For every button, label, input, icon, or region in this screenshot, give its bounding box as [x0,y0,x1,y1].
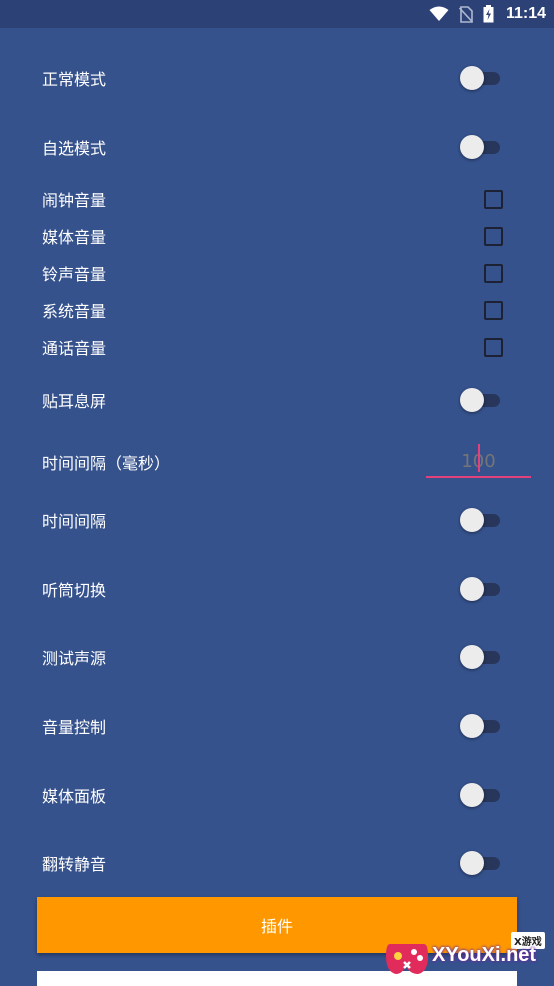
input-underline [426,476,531,478]
watermark: X游戏 XYouXi.net [380,928,550,980]
setting-row-volume-control: 音量控制 [0,708,554,744]
status-bar-clock: 11:14 [505,5,546,22]
setting-label: 测试声源 [42,649,107,668]
switch-thumb [460,577,484,601]
switch-thumb [460,714,484,738]
alarm-volume-checkbox[interactable] [484,189,503,209]
setting-label: 媒体音量 [42,228,107,247]
ringtone-volume-checkbox[interactable] [484,263,503,283]
watermark-text: XYouXi.net [432,944,537,966]
media-panel-switch[interactable] [460,782,502,808]
setting-label: 自选模式 [42,139,107,158]
normal-mode-switch[interactable] [460,65,502,91]
proximity-screen-off-switch[interactable] [460,387,502,413]
setting-row-media-panel: 媒体面板 [0,777,554,813]
setting-row-interval-ms: 时间间隔（毫秒） [0,444,554,480]
setting-row-ringtone-volume: 铃声音量 [0,258,554,288]
setting-row-normal-mode: 正常模式 [0,60,554,96]
flip-mute-switch[interactable] [460,850,502,876]
setting-label: 通话音量 [42,339,107,358]
switch-thumb [460,645,484,669]
switch-thumb [460,388,484,412]
wifi-icon [429,6,449,22]
setting-label: 正常模式 [42,70,107,89]
switch-thumb [460,783,484,807]
volume-control-switch[interactable] [460,713,502,739]
setting-row-custom-mode: 自选模式 [0,129,554,165]
setting-row-earpiece-switch: 听筒切换 [0,571,554,607]
custom-mode-switch[interactable] [460,134,502,160]
gamepad-logo-icon [384,934,430,982]
switch-thumb [460,135,484,159]
battery-charging-icon [483,5,494,23]
call-volume-checkbox[interactable] [484,337,503,357]
setting-row-flip-mute: 翻转静音 [0,845,554,881]
interval-ms-field [426,444,531,480]
system-volume-checkbox[interactable] [484,300,503,320]
setting-row-call-volume: 通话音量 [0,332,554,362]
setting-row-proximity-screen-off: 贴耳息屏 [0,382,554,418]
switch-thumb [460,508,484,532]
setting-label: 时间间隔（毫秒） [42,454,171,473]
setting-label: 贴耳息屏 [42,392,107,411]
setting-row-interval: 时间间隔 [0,502,554,538]
media-volume-checkbox[interactable] [484,226,503,246]
test-sound-switch[interactable] [460,644,502,670]
setting-label: 翻转静音 [42,855,107,874]
setting-label: 音量控制 [42,718,107,737]
screen: 11:14 正常模式 自选模式 闹钟音量 媒体音量 铃声音量 系统音量 通话音量… [0,0,554,986]
switch-thumb [460,66,484,90]
setting-label: 时间间隔 [42,512,107,531]
text-cursor [478,444,480,472]
no-sim-icon [458,5,473,23]
setting-label: 系统音量 [42,302,107,321]
interval-switch[interactable] [460,507,502,533]
earpiece-switch-toggle[interactable] [460,576,502,602]
status-bar: 11:14 [0,0,554,28]
setting-row-test-sound: 测试声源 [0,639,554,675]
setting-row-media-volume: 媒体音量 [0,221,554,251]
setting-label: 铃声音量 [42,265,107,284]
setting-label: 闹钟音量 [42,191,107,210]
switch-thumb [460,851,484,875]
setting-row-system-volume: 系统音量 [0,295,554,325]
setting-label: 媒体面板 [42,787,107,806]
setting-label: 听筒切换 [42,581,107,600]
setting-row-alarm-volume: 闹钟音量 [0,184,554,214]
